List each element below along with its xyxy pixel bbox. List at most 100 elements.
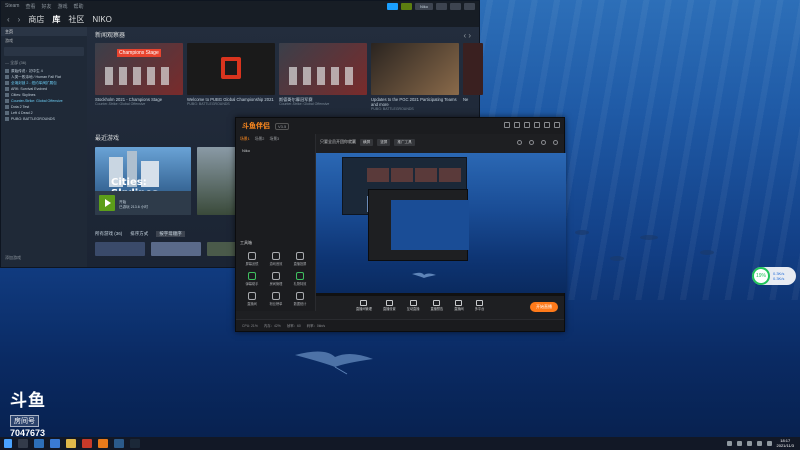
app-icon[interactable] (114, 439, 124, 448)
network-widget[interactable]: 19% 0.3K/s 0.3K/s (752, 267, 796, 285)
widget-percent: 19% (752, 267, 770, 285)
windows-start-icon[interactable] (4, 439, 12, 448)
promo-chip[interactable]: 推广工具 (394, 138, 415, 146)
tray-icon[interactable] (736, 440, 742, 446)
menu-item[interactable]: Steam (5, 3, 19, 9)
bottom-button[interactable]: 直播间 (454, 299, 464, 311)
news-card[interactable] (187, 43, 275, 95)
tab-scene-3[interactable]: 场景3 (269, 137, 279, 142)
news-card[interactable] (279, 43, 367, 95)
tool-icon (296, 252, 304, 260)
portrait-chip[interactable]: 竖屏 (377, 138, 391, 146)
bottom-button[interactable]: 直播预告 (430, 299, 443, 311)
scene-tabs: 场景1 场景2 场景3 (236, 134, 315, 145)
menu-item[interactable]: 好友 (41, 3, 51, 10)
tool-item[interactable]: 直播投屏 (288, 252, 312, 266)
start-live-button[interactable]: 开始直播 (530, 302, 558, 312)
search-icon[interactable] (18, 439, 28, 448)
toolbox-grid: 屏幕滤镜 游戏音效 直播投屏 弹幕助手 房间管理 礼物特效 直播间 粉丝榜单 数… (240, 252, 312, 306)
app-icon[interactable] (82, 439, 92, 448)
tool-item[interactable]: 屏幕滤镜 (240, 252, 264, 266)
douyu-logo: 斗鱼伴侣 (242, 122, 270, 130)
notification-icon[interactable] (387, 3, 398, 10)
sort-dropdown[interactable]: 按字母顺序 (156, 231, 185, 237)
news-card[interactable] (371, 43, 459, 95)
sidebar-search-input[interactable] (4, 47, 84, 56)
nav-library[interactable]: 库 (52, 14, 60, 25)
news-nav-arrows[interactable]: ‹ › (463, 31, 471, 40)
nav-community[interactable]: 社区 (68, 14, 84, 25)
menu-item[interactable]: 帮助 (74, 3, 84, 10)
add-game-button[interactable]: 添加游戏 (5, 255, 21, 261)
user-badge[interactable]: Niko (415, 3, 433, 10)
minimize-icon[interactable] (534, 122, 540, 128)
sidebar-game[interactable]: PUBG: BATTLEGROUNDS (1, 116, 87, 122)
gift-icon[interactable] (517, 140, 522, 145)
maximize-icon[interactable] (544, 122, 550, 128)
network-icon[interactable] (766, 440, 772, 446)
douyu-taskbar-icon[interactable] (98, 439, 108, 448)
all-games-title: 所有游戏 (36) (95, 231, 123, 236)
tool-item[interactable]: 弹幕助手 (240, 272, 264, 286)
tool-item[interactable]: 粉丝榜单 (264, 292, 288, 306)
nav-user[interactable]: NIKO (92, 15, 112, 24)
tray-icon[interactable] (746, 440, 752, 446)
tool-item[interactable]: 房间管理 (264, 272, 288, 286)
menu-item[interactable]: 游戏 (57, 3, 67, 10)
tab-scene-2[interactable]: 场景2 (255, 137, 265, 142)
forward-arrow-icon[interactable]: › (18, 15, 21, 24)
clock[interactable]: 18:17 2021/11/3 (777, 438, 795, 448)
task-view-icon[interactable] (34, 439, 44, 448)
tool-item[interactable]: 游戏音效 (264, 252, 288, 266)
tool-item[interactable]: 数据统计 (288, 292, 312, 306)
game-thumb[interactable] (151, 242, 201, 256)
menu-icon[interactable] (524, 122, 530, 128)
sidebar-filter[interactable]: 游戏 (1, 36, 87, 45)
settings-icon[interactable] (504, 122, 510, 128)
bottom-button[interactable]: 直播间管理 (356, 299, 372, 311)
tool-item[interactable]: 礼物特效 (288, 272, 312, 286)
friends-icon[interactable] (401, 3, 412, 10)
tool-item[interactable]: 直播间 (240, 292, 264, 306)
minimize-icon[interactable] (436, 3, 447, 10)
steam-taskbar-icon[interactable] (130, 439, 140, 448)
back-arrow-icon[interactable]: ‹ (7, 15, 10, 24)
recent-game-card[interactable] (197, 147, 237, 215)
recent-game-card[interactable]: Cities: Skylines 开始已游玩 213.6 小时 (95, 147, 191, 215)
game-thumb[interactable] (95, 242, 145, 256)
explorer-icon[interactable] (66, 439, 76, 448)
tool-icon (272, 252, 280, 260)
close-icon[interactable] (464, 3, 475, 10)
close-icon[interactable] (554, 122, 560, 128)
sidebar-filter-label: 游戏 (5, 37, 13, 43)
tab-scene-1[interactable]: 场景1 (240, 137, 250, 142)
skin-icon[interactable] (514, 122, 520, 128)
bottom-button[interactable]: 多平台 (475, 299, 484, 311)
sidebar-home[interactable]: 主页 (1, 27, 87, 36)
chat-icon[interactable] (529, 140, 534, 145)
landscape-chip[interactable]: 横屏 (360, 138, 374, 146)
menu-item[interactable]: 查看 (25, 3, 35, 10)
system-tray: 18:17 2021/11/3 (726, 438, 795, 448)
play-button[interactable] (99, 195, 115, 211)
share-icon[interactable] (553, 140, 558, 145)
news-card[interactable]: Champions Stage (95, 43, 183, 95)
memory-status: 内存：42% (263, 324, 281, 328)
scene-item[interactable]: Niko (236, 145, 315, 156)
maximize-icon[interactable] (450, 3, 461, 10)
news-card[interactable] (463, 43, 483, 95)
recent-title: 最近游戏 (95, 136, 120, 142)
bell-icon[interactable] (541, 140, 546, 145)
douyu-window[interactable]: 斗鱼伴侣 V3.5 场景1 场景2 场景3 Niko 工具箱 屏幕滤镜 游戏音效… (235, 117, 566, 332)
sidebar-home-label: 主页 (5, 28, 13, 34)
news-tag: Champions Stage (117, 49, 161, 57)
tray-icon[interactable] (726, 440, 732, 446)
edge-icon[interactable] (50, 439, 60, 448)
nav-store[interactable]: 商店 (28, 14, 44, 25)
bottom-button[interactable]: 互动直播 (407, 299, 419, 311)
volume-icon[interactable] (756, 440, 762, 446)
news-title: 新闻观察器 (95, 33, 126, 39)
room-label: 房间号 (10, 415, 39, 427)
stream-preview[interactable] (316, 153, 566, 293)
bottom-button[interactable]: 直播设置 (383, 299, 396, 311)
